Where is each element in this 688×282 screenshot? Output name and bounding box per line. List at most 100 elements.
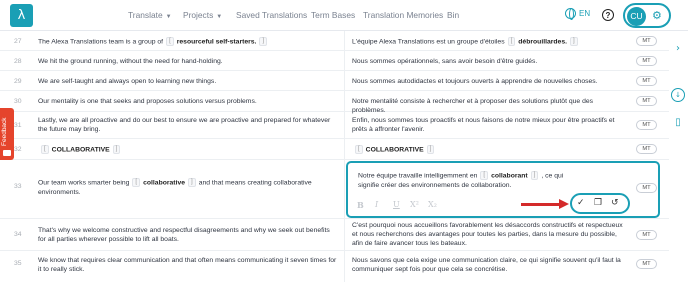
nav-bin[interactable]: Bin — [447, 10, 459, 20]
source-text: Our team works smarter being[collaborati… — [38, 178, 338, 197]
subscript-button[interactable]: X₂ — [428, 200, 437, 209]
source-term: COLLABORATIVE — [51, 146, 110, 154]
tag-marker: [ — [480, 171, 489, 180]
target-term: collaborant — [491, 172, 528, 180]
source-text: Our mentality is one that seeks and prop… — [38, 98, 257, 105]
target-text[interactable]: [COLLABORATIVE] — [352, 145, 628, 155]
annotation-arrow-head — [559, 199, 569, 209]
help-icon[interactable]: ? — [602, 9, 614, 21]
chat-icon — [3, 150, 11, 156]
nav-translate-label: Translate — [128, 10, 163, 20]
mt-badge[interactable]: MT — [636, 76, 657, 86]
history-icon[interactable]: ↺ — [611, 198, 619, 208]
tag-marker: [ — [132, 178, 141, 187]
superscript-button[interactable]: X² — [410, 200, 419, 209]
segment-row[interactable]: 30 Our mentality is one that seeks and p… — [0, 91, 669, 114]
top-navigation-bar: λ Translate ▼ Projects ▼ Saved Translation… — [0, 0, 688, 31]
segment-number: 29 — [14, 78, 22, 85]
target-edit-field[interactable]: Notre équipe travaille intelligemment en… — [358, 171, 568, 190]
nav-translation-memories[interactable]: Translation Memories — [363, 10, 443, 20]
underline-button[interactable]: U — [393, 200, 400, 209]
segment-number: 35 — [14, 260, 22, 267]
segment-row[interactable]: 35 We know that requires clear communica… — [0, 251, 669, 282]
segment-row[interactable]: 27 The Alexa Translations team is a grou… — [0, 31, 669, 51]
segment-row[interactable]: 32 [COLLABORATIVE] [COLLABORATIVE] MT — [0, 139, 669, 160]
tag-marker: [ — [166, 37, 174, 46]
tag-marker: [ — [507, 37, 516, 46]
nav-saved-translations[interactable]: Saved Translations — [236, 10, 307, 20]
language-label: EN — [579, 9, 591, 18]
segment-number: 34 — [14, 231, 22, 238]
segment-number: 32 — [14, 146, 22, 153]
tag-marker: [ — [41, 145, 49, 154]
mt-badge[interactable]: MT — [636, 144, 657, 154]
app-logo[interactable]: λ — [10, 4, 33, 27]
mt-badge[interactable]: MT — [636, 183, 657, 193]
tag-marker: [ — [355, 145, 363, 154]
mt-badge[interactable]: MT — [636, 259, 657, 269]
target-text[interactable]: Enfin, nous sommes tous proactifs et nou… — [352, 116, 628, 134]
source-segment: Our team works smarter being — [38, 179, 130, 187]
segment-actions: ✓ ❐ ↺ — [570, 193, 630, 214]
globe-icon — [565, 8, 576, 20]
target-segment: L'équipe Alexa Translations est un group… — [352, 38, 505, 46]
source-text: Lastly, we are all proactive and do our … — [38, 117, 331, 134]
target-segment: Notre équipe travaille intelligemment en — [358, 172, 478, 180]
download-icon[interactable]: ↓ — [671, 88, 685, 102]
source-text: That's why we welcome constructive and r… — [38, 227, 330, 244]
nav-projects-label: Projects — [183, 10, 214, 20]
nav-projects[interactable]: Projects ▼ — [183, 10, 222, 20]
segment-number: 31 — [14, 122, 22, 129]
annotation-arrow-shaft — [521, 203, 563, 206]
tag-marker: ] — [259, 37, 268, 46]
tag-marker: ] — [426, 145, 435, 154]
segment-row[interactable]: 34 That's why we welcome constructive an… — [0, 219, 669, 251]
target-text[interactable]: C'est pourquoi nous accueillons favorabl… — [352, 221, 628, 249]
language-selector[interactable]: EN — [565, 8, 591, 20]
avatar[interactable]: CU — [627, 6, 646, 26]
right-rail: › ↓ ▯ — [669, 31, 688, 282]
tag-marker: ] — [530, 171, 539, 180]
tag-marker: ] — [570, 37, 578, 46]
target-text[interactable]: Nous savons que cela exige une communica… — [352, 256, 628, 274]
logo-glyph: λ — [17, 8, 26, 23]
segment-row[interactable]: 29 We are self-taught and always open to… — [0, 71, 669, 91]
feedback-tab[interactable]: Feedback — [0, 108, 14, 160]
source-term: resourceful self-starters. — [176, 38, 257, 46]
copy-source-icon[interactable]: ❐ — [594, 198, 602, 208]
italic-button[interactable]: I — [375, 200, 378, 209]
source-text: We are self-taught and always open to le… — [38, 78, 217, 85]
source-text: The Alexa Translations team is a group o… — [38, 37, 338, 47]
mt-badge[interactable]: MT — [636, 230, 657, 240]
segment-row[interactable]: 31 Lastly, we are all proactive and do o… — [0, 112, 669, 139]
segment-number: 30 — [14, 98, 22, 105]
segment-editor[interactable]: Notre équipe travaille intelligemment en… — [346, 161, 660, 218]
target-text[interactable]: L'équipe Alexa Translations est un group… — [352, 37, 628, 47]
mt-badge[interactable]: MT — [636, 120, 657, 130]
segment-row[interactable]: 28 We hit the ground running, without th… — [0, 51, 669, 71]
source-segment: The Alexa Translations team is a group o… — [38, 38, 164, 46]
mt-badge[interactable]: MT — [636, 36, 657, 46]
target-text[interactable]: Nous sommes opérationnels, sans avoir be… — [352, 57, 628, 66]
confirm-icon[interactable]: ✓ — [577, 198, 585, 208]
chevron-down-icon: ▼ — [216, 14, 223, 20]
gear-icon[interactable]: ⚙ — [652, 9, 662, 22]
bold-button[interactable]: B — [357, 200, 364, 210]
segment-number: 28 — [14, 58, 22, 65]
user-menu[interactable]: CU ⚙ — [623, 3, 671, 28]
nav-translate[interactable]: Translate ▼ — [128, 10, 172, 20]
chevron-down-icon: ▼ — [165, 14, 172, 20]
source-text: We hit the ground running, without the n… — [38, 58, 223, 65]
target-text[interactable]: Nous sommes autodidactes et toujours ouv… — [352, 77, 628, 86]
segment-number: 27 — [14, 38, 22, 45]
target-term: débrouillardes. — [518, 38, 568, 46]
tag-marker: ] — [112, 145, 121, 154]
chevron-right-icon[interactable]: › — [671, 41, 685, 55]
feedback-label: Feedback — [1, 117, 8, 146]
bookmark-icon[interactable]: ▯ — [671, 115, 685, 129]
mt-badge[interactable]: MT — [636, 96, 657, 106]
nav-term-bases[interactable]: Term Bases — [311, 10, 355, 20]
segment-number: 33 — [14, 183, 22, 190]
mt-badge[interactable]: MT — [636, 56, 657, 66]
source-text: We know that requires clear communicatio… — [38, 257, 337, 274]
